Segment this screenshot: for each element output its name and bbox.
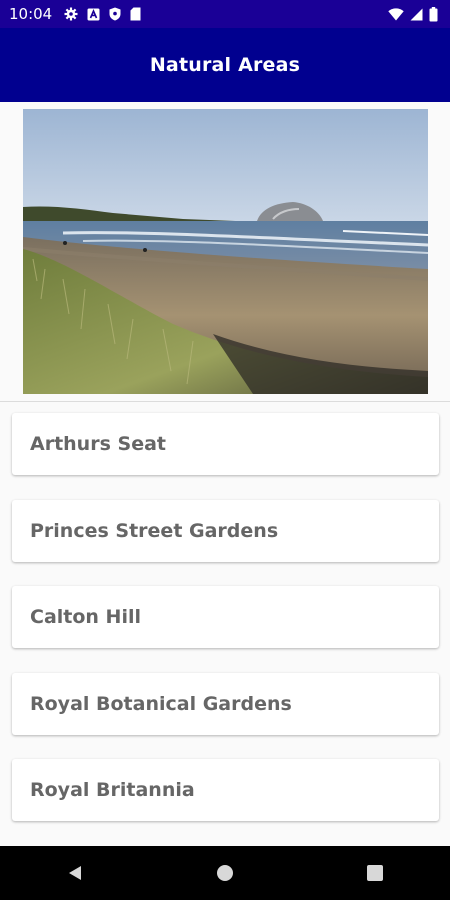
wifi-icon (388, 7, 404, 21)
home-button[interactable] (195, 853, 255, 893)
home-icon (217, 865, 233, 881)
back-button[interactable] (45, 853, 105, 893)
list-item-label: Arthurs Seat (30, 433, 166, 455)
status-notification-icons (64, 7, 141, 21)
list-item[interactable]: Princes Street Gardens (12, 499, 439, 562)
battery-icon (429, 6, 438, 22)
cellular-signal-icon (410, 8, 423, 21)
list-item-label: Royal Botanical Gardens (30, 692, 292, 715)
system-navigation-bar (0, 846, 450, 900)
list-item[interactable]: Arthurs Seat (12, 413, 439, 475)
back-icon (69, 866, 81, 880)
list-item[interactable]: Calton Hill (12, 586, 439, 648)
natural-areas-list: Arthurs Seat Princes Street Gardens Calt… (12, 413, 439, 846)
list-item-label: Calton Hill (30, 606, 141, 628)
recents-button[interactable] (345, 853, 405, 893)
recents-icon (367, 865, 383, 881)
shield-icon (109, 7, 121, 21)
status-bar: 10:04 (0, 0, 450, 28)
page-title: Natural Areas (149, 54, 301, 76)
list-item-label: Royal Britannia (30, 779, 195, 801)
list-item-label: Princes Street Gardens (30, 519, 279, 542)
status-system-icons (388, 6, 438, 22)
hero-image (23, 109, 428, 394)
list-item[interactable]: Royal Botanical Gardens (12, 672, 439, 735)
app-bar: Natural Areas (0, 28, 450, 102)
gear-icon (64, 7, 78, 21)
a-badge-icon (87, 8, 100, 21)
sd-card-icon (130, 7, 141, 21)
status-time: 10:04 (9, 5, 53, 23)
divider (0, 401, 450, 402)
list-item[interactable]: Royal Britannia (12, 759, 439, 821)
